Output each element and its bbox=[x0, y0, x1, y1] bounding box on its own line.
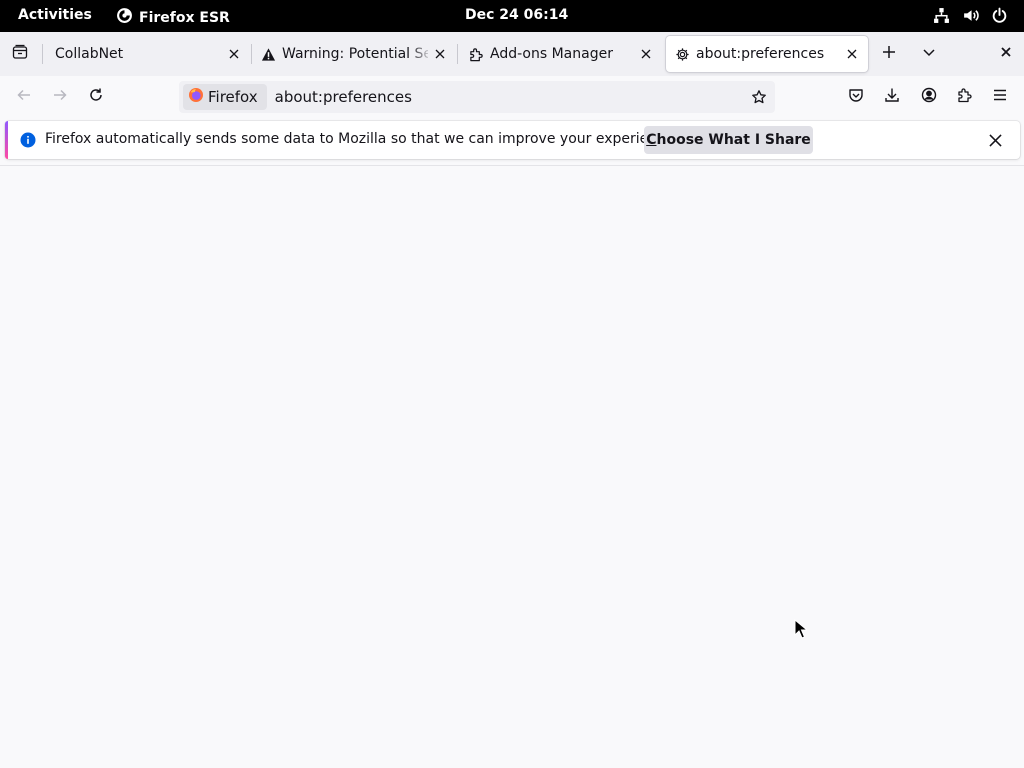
notification-message: Firefox automatically sends some data to… bbox=[45, 131, 678, 147]
data-reporting-notification: Firefox automatically sends some data to… bbox=[5, 121, 1020, 159]
close-icon bbox=[988, 133, 1002, 147]
new-tab-button[interactable] bbox=[877, 42, 901, 66]
downloads-button[interactable] bbox=[878, 83, 906, 111]
arrow-left-icon bbox=[16, 87, 32, 107]
power-icon[interactable] bbox=[991, 7, 1008, 24]
close-window-button[interactable] bbox=[994, 42, 1018, 66]
firefox-app-icon bbox=[116, 7, 133, 28]
app-name: Firefox ESR bbox=[139, 9, 230, 26]
url-input[interactable]: about:preferences bbox=[275, 88, 745, 106]
pocket-button[interactable] bbox=[842, 83, 870, 111]
button-label: hoose What I Share bbox=[656, 132, 811, 148]
choose-what-i-share-button[interactable]: Choose What I Share bbox=[644, 126, 813, 154]
url-bar[interactable]: Firefox about:preferences bbox=[179, 81, 775, 113]
tab-title: CollabNet bbox=[55, 46, 124, 62]
network-icon[interactable] bbox=[933, 7, 950, 24]
tab-title: Warning: Potential Sec bbox=[282, 46, 428, 62]
account-button[interactable] bbox=[915, 83, 943, 111]
identity-box[interactable]: Firefox bbox=[183, 84, 267, 110]
info-icon bbox=[20, 132, 36, 148]
preferences-content-area bbox=[0, 166, 1024, 768]
clock[interactable]: Dec 24 06:14 bbox=[465, 7, 568, 23]
puzzle-icon bbox=[957, 87, 973, 107]
hamburger-menu-icon bbox=[992, 87, 1008, 107]
tab-title: Add-ons Manager bbox=[490, 46, 613, 62]
tab-close-button[interactable] bbox=[634, 42, 658, 66]
gear-icon bbox=[674, 46, 690, 62]
app-menu-button[interactable] bbox=[986, 83, 1014, 111]
firefox-logo-icon bbox=[188, 87, 204, 107]
button-accesskey: C bbox=[646, 132, 657, 148]
tab-strip: CollabNet Warning: Potential Sec Add-ons… bbox=[0, 32, 1024, 76]
app-menu[interactable]: Firefox ESR bbox=[116, 7, 230, 28]
tab-addons-manager[interactable]: Add-ons Manager bbox=[458, 36, 662, 72]
tab-collabnet[interactable]: CollabNet bbox=[44, 36, 250, 72]
system-tray[interactable] bbox=[933, 7, 1008, 24]
tab-divider bbox=[42, 44, 43, 64]
tab-title-fade bbox=[410, 36, 432, 72]
tab-close-button[interactable] bbox=[840, 42, 864, 66]
plus-icon bbox=[881, 44, 897, 64]
chevron-down-icon bbox=[921, 44, 937, 64]
activities-button[interactable]: Activities bbox=[18, 7, 92, 23]
reload-icon bbox=[88, 87, 104, 107]
reload-button[interactable] bbox=[82, 83, 110, 111]
identity-label: Firefox bbox=[208, 88, 258, 106]
bookmark-star-button[interactable] bbox=[745, 83, 773, 111]
screen: Activities Firefox ESR Dec 24 06:14 Coll… bbox=[0, 0, 1024, 768]
navigation-toolbar: Firefox about:preferences bbox=[0, 76, 1024, 118]
puzzle-icon bbox=[468, 46, 484, 62]
notification-accent-stripe bbox=[5, 121, 8, 159]
firefox-view-icon bbox=[12, 44, 28, 64]
star-icon bbox=[752, 90, 766, 104]
tab-title: about:preferences bbox=[696, 46, 825, 62]
forward-button[interactable] bbox=[46, 83, 74, 111]
tab-about-preferences[interactable]: about:preferences bbox=[666, 36, 868, 72]
close-icon bbox=[998, 44, 1014, 64]
mouse-pointer-icon bbox=[794, 619, 807, 639]
warning-icon bbox=[260, 46, 276, 62]
list-all-tabs-button[interactable] bbox=[917, 42, 941, 66]
volume-icon[interactable] bbox=[962, 7, 979, 24]
extensions-button[interactable] bbox=[951, 83, 979, 111]
pocket-icon bbox=[848, 87, 864, 107]
notification-close-button[interactable] bbox=[983, 128, 1007, 152]
tab-close-button[interactable] bbox=[222, 42, 246, 66]
arrow-right-icon bbox=[52, 87, 68, 107]
system-top-bar: Activities Firefox ESR Dec 24 06:14 bbox=[0, 0, 1024, 32]
account-icon bbox=[921, 87, 937, 107]
firefox-view-button[interactable] bbox=[8, 42, 32, 66]
back-button[interactable] bbox=[10, 83, 38, 111]
download-icon bbox=[884, 87, 900, 107]
